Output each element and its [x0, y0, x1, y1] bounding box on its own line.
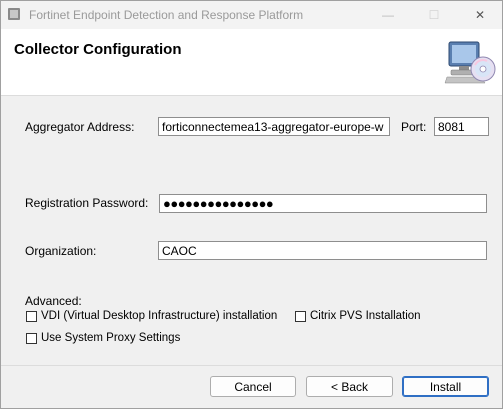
proxy-checkbox[interactable] [26, 332, 37, 344]
back-button[interactable]: < Back [306, 376, 393, 397]
aggregator-address-input[interactable]: forticonnectemea13-aggregator-europe-w [158, 117, 390, 136]
cancel-button[interactable]: Cancel [210, 376, 296, 397]
advanced-label: Advanced: [25, 294, 82, 308]
organization-label: Organization: [25, 244, 97, 258]
app-icon [8, 8, 20, 20]
citrix-checkbox[interactable] [295, 310, 306, 322]
citrix-option[interactable]: Citrix PVS Installation [295, 310, 421, 322]
registration-password-label: Registration Password: [25, 196, 149, 210]
computer-cd-icon [444, 41, 496, 84]
page-header: Collector Configuration [1, 29, 502, 96]
port-input[interactable]: 8081 [434, 117, 489, 136]
registration-password-input[interactable]: ●●●●●●●●●●●●●●● [159, 194, 487, 213]
maximize-icon: ☐ [428, 8, 440, 22]
port-label: Port: [401, 120, 427, 134]
vdi-checkbox-label: VDI (Virtual Desktop Infrastructure) ins… [41, 310, 278, 322]
page-title: Collector Configuration [14, 41, 182, 58]
footer: Cancel < Back Install [1, 366, 502, 408]
title-bar[interactable]: Fortinet Endpoint Detection and Response… [1, 1, 502, 29]
minimize-button[interactable]: — [365, 1, 411, 29]
installer-window: Fortinet Endpoint Detection and Response… [0, 0, 503, 409]
window-title: Fortinet Endpoint Detection and Response… [29, 8, 304, 22]
vdi-checkbox[interactable] [26, 310, 37, 322]
proxy-checkbox-label: Use System Proxy Settings [41, 332, 181, 344]
aggregator-address-label: Aggregator Address: [25, 120, 135, 134]
maximize-button[interactable]: ☐ [411, 1, 457, 29]
close-icon: ✕ [474, 8, 486, 22]
minimize-icon: — [382, 8, 394, 22]
vdi-option[interactable]: VDI (Virtual Desktop Infrastructure) ins… [26, 310, 277, 322]
install-button[interactable]: Install [402, 376, 489, 397]
proxy-option[interactable]: Use System Proxy Settings [26, 332, 180, 344]
organization-input[interactable]: CAOC [158, 241, 487, 260]
citrix-checkbox-label: Citrix PVS Installation [310, 310, 421, 322]
close-button[interactable]: ✕ [457, 1, 503, 29]
